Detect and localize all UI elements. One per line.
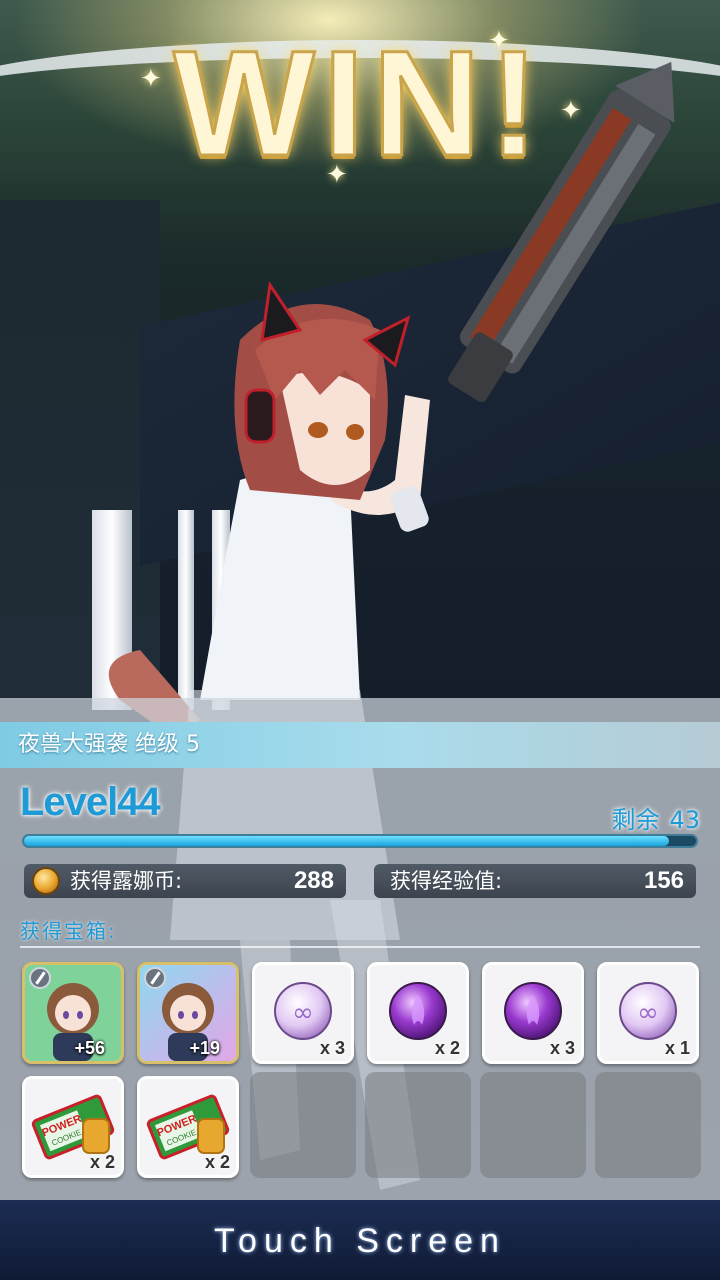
exp-remaining-label: 剩余 [611, 806, 660, 834]
player-level: Level44 [20, 780, 161, 824]
svg-text:∞: ∞ [637, 998, 659, 1028]
chest-reward-label: 获得宝箱: [20, 919, 117, 943]
feather-icon [144, 967, 166, 989]
exp-progress-fill [24, 836, 670, 846]
coin-reward-label: 获得露娜币: [70, 869, 183, 893]
empty-reward-slot [595, 1072, 701, 1178]
coin-reward: 获得露娜币: 288 [24, 864, 346, 898]
item-quantity: x 3 [319, 1038, 345, 1058]
reward-item-character-card[interactable]: +19 [137, 962, 239, 1064]
item-quantity: x 2 [89, 1152, 115, 1172]
exp-reward-label: 获得经验值: [390, 869, 503, 893]
item-quantity: +56 [74, 1038, 105, 1058]
item-quantity: x 3 [549, 1038, 575, 1058]
win-title: WIN! [172, 19, 547, 187]
sparkle-icon: ✦ [488, 26, 510, 56]
headphone [244, 388, 276, 444]
item-quantity: +19 [189, 1038, 220, 1058]
item-quantity: x 2 [204, 1152, 230, 1172]
empty-reward-slot [365, 1072, 471, 1178]
reward-item-dark-orb[interactable]: x 3 [482, 962, 584, 1064]
empty-reward-slot [480, 1072, 586, 1178]
reward-item-power-cookie[interactable]: POWER COOKIE x 2 [137, 1076, 239, 1178]
character-body [200, 472, 360, 700]
reward-item-character-card[interactable]: +56 [22, 962, 124, 1064]
sparkle-icon: ✦ [326, 160, 348, 190]
empty-reward-slot [250, 1072, 356, 1178]
reward-item-light-orb[interactable]: ∞ x 1 [597, 962, 699, 1064]
exp-remaining-value: 43 [669, 806, 700, 834]
touch-screen-prompt[interactable]: Touch Screen [0, 1222, 720, 1261]
exp-reward: 获得经验值: 156 [374, 864, 696, 898]
item-quantity: x 1 [664, 1038, 690, 1058]
sparkle-icon: ✦ [560, 96, 582, 126]
reward-item-light-orb[interactable]: ∞ x 3 [252, 962, 354, 1064]
exp-reward-value: 156 [643, 867, 684, 894]
luna-coin-icon [32, 867, 60, 895]
stage-name: 夜兽大强袭 绝级 5 [0, 722, 720, 768]
reward-item-power-cookie[interactable]: POWER COOKIE x 2 [22, 1076, 124, 1178]
feather-icon [29, 967, 51, 989]
coin-reward-value: 288 [293, 867, 334, 894]
divider [20, 946, 700, 948]
item-quantity: x 2 [434, 1038, 460, 1058]
exp-progress-bar [22, 834, 698, 848]
exp-remaining: 剩余 43 [611, 800, 700, 835]
reward-item-dark-orb[interactable]: x 2 [367, 962, 469, 1064]
sparkle-icon: ✦ [140, 64, 162, 94]
svg-text:∞: ∞ [292, 998, 314, 1028]
